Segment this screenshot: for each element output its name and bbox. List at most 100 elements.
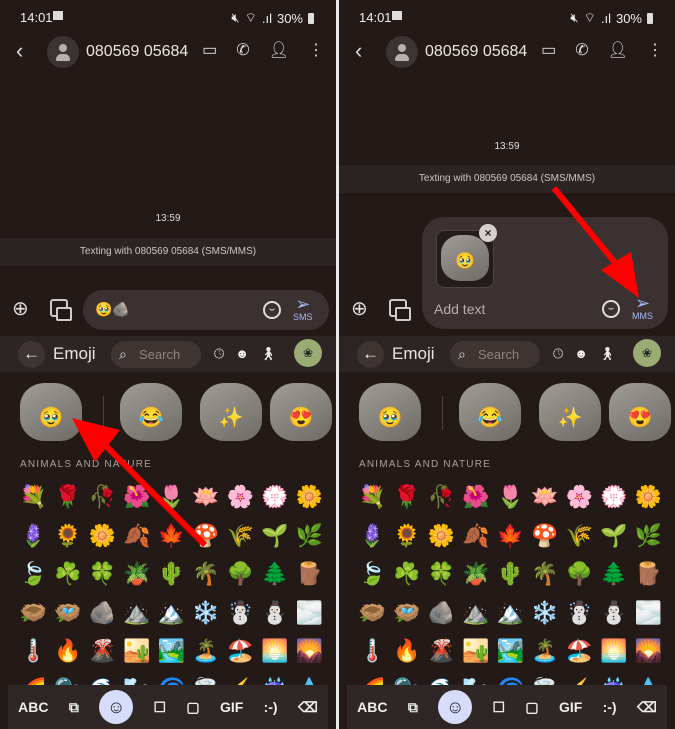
emoji-key[interactable]: 🌳 bbox=[223, 555, 258, 594]
emoji-key[interactable]: 🌼 bbox=[292, 478, 327, 517]
remove-attachment-icon[interactable]: × bbox=[479, 224, 497, 242]
recent-category-icon[interactable]: 🕓︎ bbox=[553, 346, 563, 362]
add-text-placeholder[interactable]: Add text bbox=[434, 301, 485, 317]
emoji-key[interactable]: 🌡️ bbox=[16, 632, 51, 671]
sticker-rock-sparkles[interactable]: ✨ bbox=[539, 383, 601, 441]
emoji-key[interactable]: ☘️ bbox=[390, 555, 425, 594]
emoji-key[interactable]: 🌋 bbox=[424, 632, 459, 671]
add-attachment-icon[interactable]: ⊕ bbox=[12, 296, 29, 321]
emoji-key[interactable]: 🪻 bbox=[16, 517, 51, 556]
emoji-key[interactable]: 🏜️ bbox=[459, 632, 494, 671]
emoji-key[interactable]: 🍄 bbox=[528, 517, 563, 556]
sticker-rock-pleading[interactable]: 🥹 bbox=[20, 383, 82, 441]
gif-button[interactable]: GIF bbox=[220, 699, 243, 715]
more-options-icon[interactable]: ⋮ bbox=[308, 40, 324, 60]
gallery-icon[interactable] bbox=[50, 299, 72, 321]
emoji-key[interactable]: 🌺 bbox=[120, 478, 155, 517]
sticker-rock-laughing[interactable]: 😂 bbox=[459, 383, 521, 441]
emoji-key[interactable]: 🍁 bbox=[493, 517, 528, 556]
emoji-key[interactable]: 🌄 bbox=[631, 632, 666, 671]
emoji-key[interactable]: 🪺 bbox=[390, 594, 425, 633]
emoji-key[interactable]: 🔥 bbox=[51, 632, 86, 671]
gallery-icon[interactable] bbox=[389, 299, 411, 321]
emoji-key[interactable]: 🌵 bbox=[493, 555, 528, 594]
message-input[interactable]: 🥹🪨 ⌣ ➢ SMS bbox=[83, 290, 329, 330]
back-icon[interactable]: ‹ bbox=[355, 38, 362, 64]
sticker-tab-icon[interactable]: ☐ bbox=[153, 699, 166, 716]
emoji-back-button[interactable]: ← bbox=[18, 341, 45, 368]
people-category-icon[interactable]: 🚶︎ bbox=[260, 346, 277, 362]
emoji-key[interactable]: 🌹 bbox=[51, 478, 86, 517]
emoji-key[interactable]: 🌷 bbox=[154, 478, 189, 517]
emoji-key[interactable]: 🍃 bbox=[16, 555, 51, 594]
emoji-key[interactable]: 🌡️ bbox=[355, 632, 390, 671]
emoji-key[interactable]: 🍂 bbox=[120, 517, 155, 556]
add-person-icon[interactable]: 👤︎ bbox=[608, 40, 628, 60]
emoji-key[interactable]: 🏔️ bbox=[154, 594, 189, 633]
emoticon-button[interactable]: :-) bbox=[264, 699, 278, 715]
avatar[interactable] bbox=[47, 36, 79, 68]
avatar-sticker-icon[interactable]: ▢ bbox=[186, 699, 199, 716]
add-person-icon[interactable]: 👤︎ bbox=[269, 40, 289, 60]
emoji-key[interactable]: ⛰️ bbox=[459, 594, 494, 633]
emoji-key[interactable]: 🌼 bbox=[424, 517, 459, 556]
emoji-key[interactable]: 🪷 bbox=[528, 478, 563, 517]
emoji-key[interactable]: 🍄 bbox=[189, 517, 224, 556]
emoji-key[interactable]: 🌹 bbox=[390, 478, 425, 517]
emoji-key[interactable]: 🏖️ bbox=[562, 632, 597, 671]
emoji-search-input[interactable]: ⌕ Search bbox=[450, 341, 540, 368]
emoji-key[interactable]: 🪹 bbox=[16, 594, 51, 633]
emoji-key[interactable]: 🌿 bbox=[292, 517, 327, 556]
add-attachment-icon[interactable]: ⊕ bbox=[351, 296, 368, 321]
emoji-key[interactable]: 🏖️ bbox=[223, 632, 258, 671]
emoji-key[interactable]: 🪨 bbox=[85, 594, 120, 633]
more-options-icon[interactable]: ⋮ bbox=[647, 40, 663, 60]
emoji-key[interactable]: 🏝️ bbox=[189, 632, 224, 671]
emoji-key[interactable]: 🌱 bbox=[258, 517, 293, 556]
emoji-key[interactable]: 🪺 bbox=[51, 594, 86, 633]
abc-button[interactable]: ABC bbox=[18, 699, 48, 715]
emoji-key[interactable]: 💮 bbox=[597, 478, 632, 517]
emoji-tab-icon[interactable]: ☺ bbox=[438, 690, 473, 724]
avatar-sticker-icon[interactable]: ▢ bbox=[525, 699, 538, 716]
backspace-icon[interactable]: ⌫ bbox=[298, 699, 318, 716]
phone-icon[interactable]: ✆ bbox=[575, 40, 588, 60]
nature-category-icon[interactable]: ❀ bbox=[294, 339, 322, 367]
emoji-key[interactable]: 🏔️ bbox=[493, 594, 528, 633]
emoji-key[interactable]: 🌺 bbox=[459, 478, 494, 517]
nature-category-icon[interactable]: ❀ bbox=[633, 339, 661, 367]
video-call-icon[interactable]: ▭ bbox=[202, 40, 217, 60]
emoji-key[interactable]: 🌸 bbox=[223, 478, 258, 517]
emoji-key[interactable]: 🪨 bbox=[424, 594, 459, 633]
smileys-category-icon[interactable]: ☻ bbox=[235, 346, 249, 362]
emoji-key[interactable]: 🌻 bbox=[51, 517, 86, 556]
emoji-key[interactable]: ⛰️ bbox=[120, 594, 155, 633]
send-mms-button[interactable]: ➢ MMS bbox=[632, 294, 653, 321]
emoji-key[interactable]: 🌅 bbox=[597, 632, 632, 671]
emoji-key[interactable]: 🪵 bbox=[631, 555, 666, 594]
emoji-key[interactable]: 🥀 bbox=[85, 478, 120, 517]
emoji-key[interactable]: 🌋 bbox=[85, 632, 120, 671]
send-sms-button[interactable]: ➢ SMS bbox=[293, 295, 313, 322]
emoji-search-input[interactable]: ⌕ Search bbox=[111, 341, 201, 368]
gif-button[interactable]: GIF bbox=[559, 699, 582, 715]
message-input-with-attachment[interactable]: 🥹 × Add text ⌣ ➢ MMS bbox=[422, 217, 668, 329]
emoji-key[interactable]: 🍂 bbox=[459, 517, 494, 556]
emoji-key[interactable]: 🪹 bbox=[355, 594, 390, 633]
emoji-key[interactable]: 💮 bbox=[258, 478, 293, 517]
emoji-key[interactable]: 🌾 bbox=[223, 517, 258, 556]
abc-button[interactable]: ABC bbox=[357, 699, 387, 715]
backspace-icon[interactable]: ⌫ bbox=[637, 699, 657, 716]
sticker-rock-laughing[interactable]: 😂 bbox=[120, 383, 182, 441]
emoji-key[interactable]: 🌲 bbox=[597, 555, 632, 594]
emoji-key[interactable]: 🌸 bbox=[562, 478, 597, 517]
emoji-key[interactable]: ☘️ bbox=[51, 555, 86, 594]
emoji-key[interactable]: 🪷 bbox=[189, 478, 224, 517]
emoji-key[interactable]: 🪴 bbox=[120, 555, 155, 594]
sticker-rock-sparkles[interactable]: ✨ bbox=[200, 383, 262, 441]
contact-name[interactable]: 080569 05684 bbox=[86, 43, 188, 61]
people-category-icon[interactable]: 🚶︎ bbox=[599, 346, 616, 362]
emoji-key[interactable]: 💐 bbox=[16, 478, 51, 517]
emoji-key[interactable]: 🏞️ bbox=[154, 632, 189, 671]
emoji-key[interactable]: 🔥 bbox=[390, 632, 425, 671]
